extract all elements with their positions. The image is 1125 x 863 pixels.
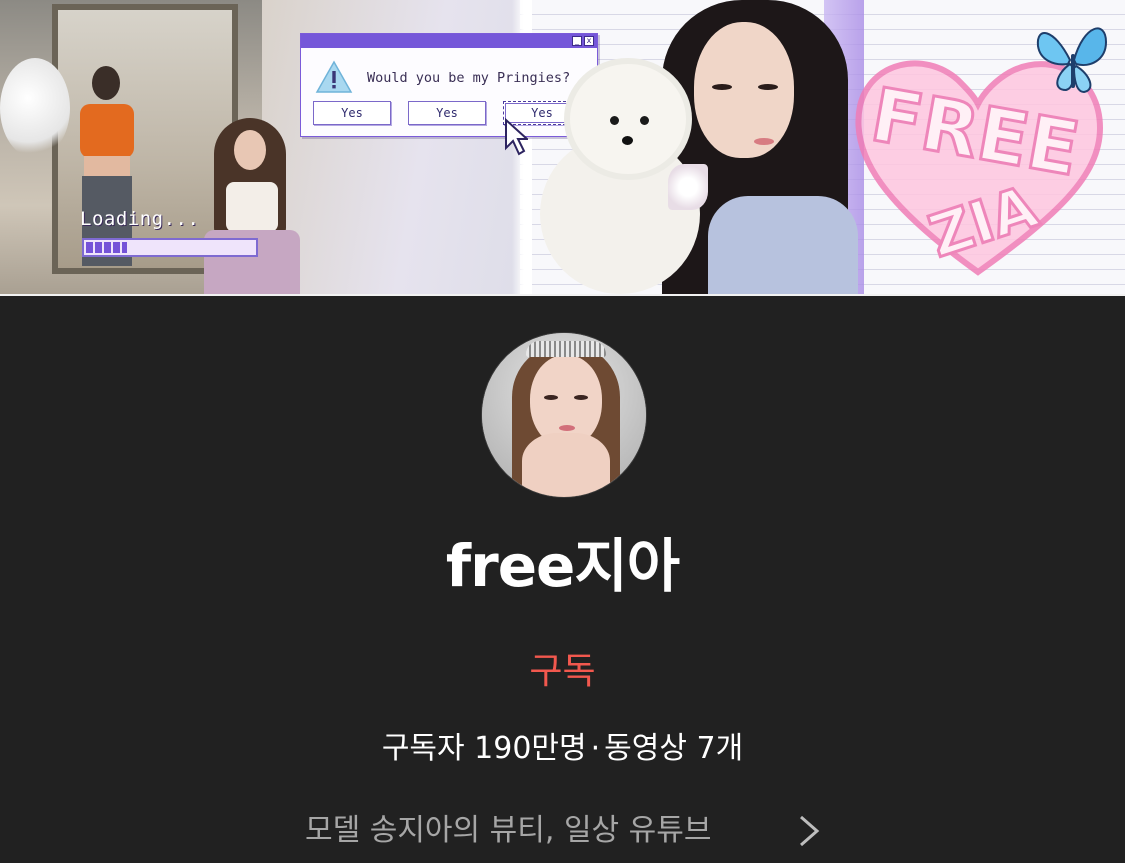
banner-feather-plume	[0, 58, 70, 158]
subscriber-count: 구독자 190만명	[381, 731, 587, 766]
channel-stats: 구독자 190만명 · 동영상 7개	[0, 725, 1125, 773]
channel-description-row[interactable]: 모델 송지아의 뷰티, 일상 유튜브	[300, 806, 830, 856]
chevron-right-icon	[800, 815, 820, 847]
close-icon: x	[584, 36, 594, 46]
dialog-titlebar: _ x	[301, 34, 597, 48]
video-count: 동영상 7개	[604, 731, 744, 766]
dialog-yes-button-1: Yes	[313, 101, 391, 125]
banner-photo-model-white-top	[200, 118, 300, 296]
stats-separator: ·	[590, 731, 601, 766]
channel-name: free지아	[445, 532, 680, 600]
banner-loading-bar	[82, 238, 258, 257]
banner-photo-model-orange-top	[74, 66, 140, 266]
channel-avatar[interactable]	[481, 332, 647, 498]
minimize-icon: _	[572, 36, 582, 46]
channel-description: 모델 송지아의 뷰티, 일상 유튜브	[305, 813, 712, 848]
butterfly-icon	[1036, 27, 1108, 94]
banner-loading-label: Loading...	[80, 208, 200, 230]
warning-icon	[315, 60, 353, 93]
banner-divider	[0, 294, 1125, 296]
banner-loading-fill	[86, 242, 127, 253]
subscribe-button[interactable]: 구독	[500, 644, 625, 700]
banner-photo-pomeranian	[530, 64, 710, 294]
dialog-yes-button-2: Yes	[408, 101, 486, 125]
mouse-cursor-icon	[505, 118, 528, 156]
channel-banner: Loading... _ x Would you be my Pringies?…	[0, 0, 1125, 296]
